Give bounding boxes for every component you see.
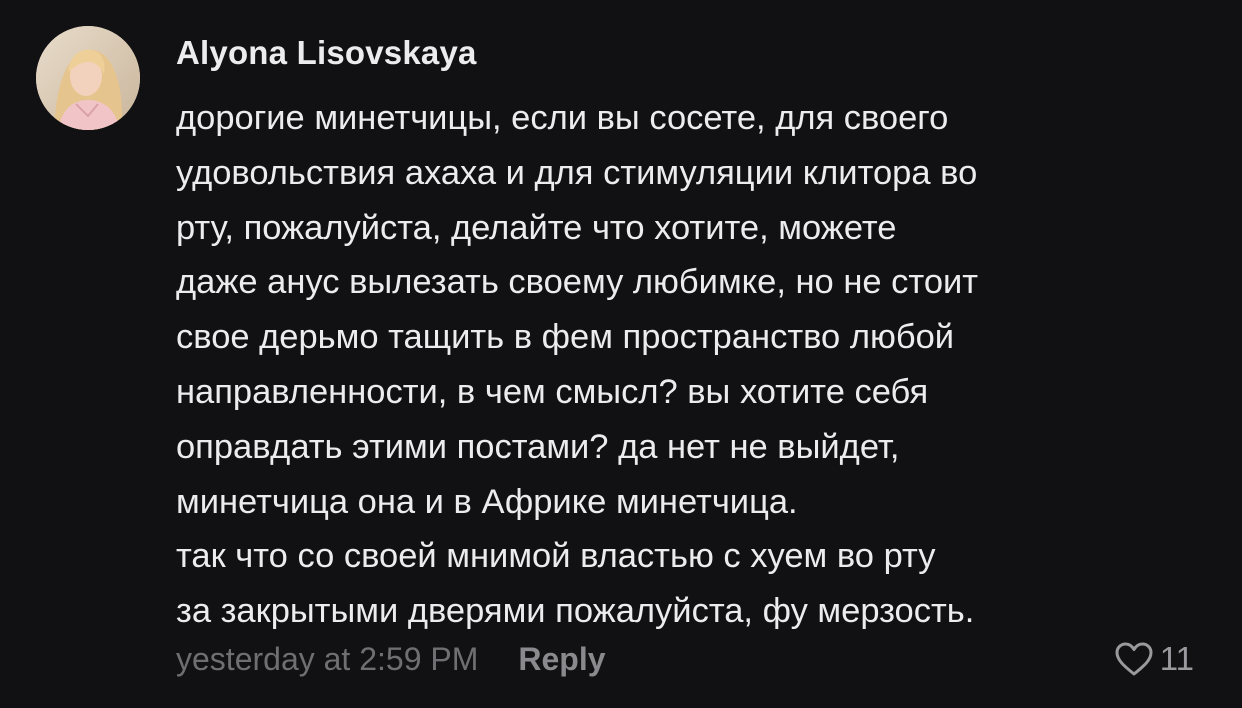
comment-line: дорогие минетчицы, если вы сосете, для с…	[176, 99, 949, 137]
heart-outline-icon	[1115, 642, 1153, 676]
like-button[interactable]: 11	[1114, 637, 1194, 681]
comment: Alyona Lisovskaya дорогие минетчицы, есл…	[0, 0, 1242, 708]
comment-line: так что со своей мнимой властью с хуем в…	[176, 537, 936, 576]
comment-line: направленности, в чем смысл? вы хотите с…	[176, 372, 929, 411]
reply-button[interactable]: Reply	[518, 641, 605, 678]
author-name[interactable]: Alyona Lisovskaya	[176, 34, 477, 72]
timestamp: yesterday at 2:59 PM	[176, 640, 479, 677]
comment-line: минетчица она и в Африке минетчица.	[176, 482, 798, 521]
comment-line: за закрытыми дверями пожалуйста, фу мерз…	[176, 592, 975, 631]
comment-line: даже анус вылезать своему любимке, но не…	[176, 263, 979, 302]
comment-line: рту, пожалуйста, делайте что хотите, мож…	[176, 208, 897, 247]
avatar[interactable]	[36, 26, 140, 130]
comment-body: дорогие минетчицы, если вы сосете, для с…	[176, 91, 1216, 639]
comment-line: удовольствия ахаха и для стимуляции клит…	[176, 153, 978, 192]
comment-line: свое дерьмо тащить в фем пространство лю…	[176, 318, 955, 357]
like-count: 11	[1159, 640, 1194, 677]
comment-meta: yesterday at 2:59 PM Reply	[176, 637, 606, 681]
comment-line: оправдать этими постами? да нет не выйде…	[176, 427, 900, 466]
